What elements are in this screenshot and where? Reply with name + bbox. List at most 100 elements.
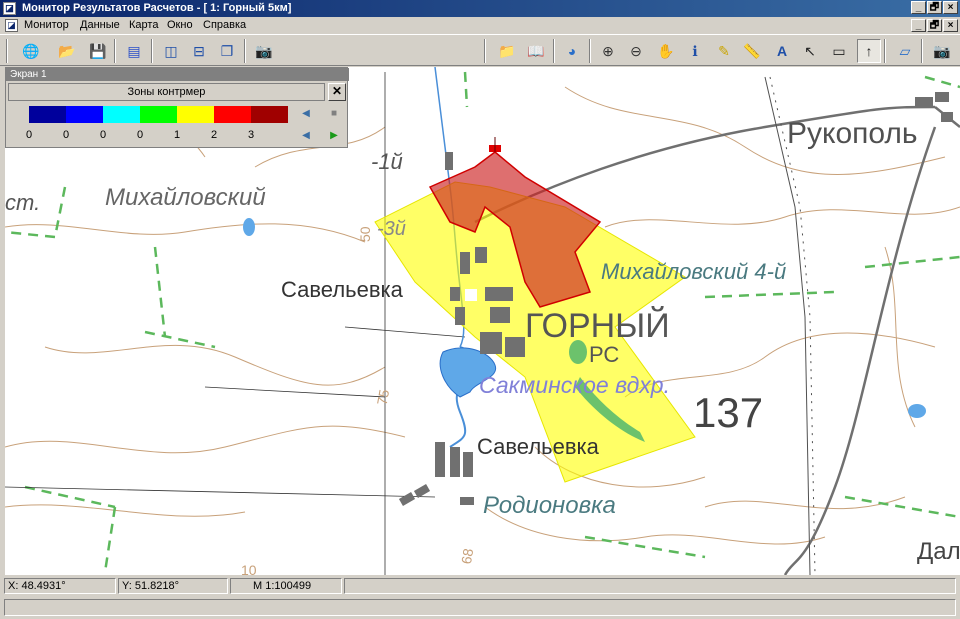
legend-number: 1	[173, 129, 181, 141]
toolbar-separator	[589, 39, 591, 63]
stop-icon[interactable]: ■	[327, 107, 341, 121]
cascade-windows-icon[interactable]: ❐	[215, 39, 239, 63]
split-horizontal-icon[interactable]: ⊟	[187, 39, 211, 63]
toolbar-separator	[921, 39, 923, 63]
toolbar-separator	[244, 39, 246, 63]
toolbar-separator	[884, 39, 886, 63]
label-rukopol: Рукополь	[787, 117, 918, 150]
menu-window[interactable]: Окно	[167, 19, 193, 31]
toolbar-separator	[553, 39, 555, 63]
label-10: 10	[241, 562, 257, 575]
text-label-icon[interactable]: A	[770, 39, 794, 63]
toolbar-separator	[151, 39, 153, 63]
toolbar: 🌐 📂 💾 ▤ ◫ ⊟ ❐ 📷 📁 📖 ◕ ⊕ ⊖ ✋ ℹ ✎ 📏 A ↖ ▭ …	[0, 34, 960, 66]
label-reservoir: Сакминское вдхр.	[479, 372, 670, 398]
label-savelievka-2: Савельевка	[477, 434, 600, 459]
eraser-icon[interactable]: ▱	[893, 39, 917, 63]
title-bar: ◪ Монитор Результатов Расчетов - [ 1: Го…	[0, 0, 960, 17]
swatch-0	[29, 106, 66, 123]
label-rodionovka: Родионовка	[483, 492, 616, 519]
child-maximize-button[interactable]: 🗗	[927, 19, 942, 32]
status-empty	[344, 578, 956, 594]
railway	[764, 76, 816, 575]
maximize-button[interactable]: 🗗	[927, 1, 942, 14]
window-title: Монитор Результатов Расчетов - [ 1: Горн…	[22, 2, 292, 14]
north-arrow-icon[interactable]: ↑	[857, 39, 881, 63]
status-bar: X: 48.4931° Y: 51.8218° М 1:100499	[0, 576, 960, 596]
menu-bar: ◪ Монитор Данные Карта Окно Справка _ 🗗 ×	[0, 17, 960, 34]
window-controls: _ 🗗 ×	[910, 1, 958, 14]
close-button[interactable]: ×	[943, 1, 958, 14]
toolbar-separator	[484, 39, 486, 63]
zoom-in-icon[interactable]: ⊕	[596, 39, 620, 63]
save-icon[interactable]: 💾	[86, 39, 110, 63]
label-mikhailovsky-4: Михайловский 4-й	[601, 259, 786, 284]
globe-small-icon[interactable]: ◕	[560, 39, 584, 63]
swatch-6	[251, 106, 288, 123]
legend-number: 0	[136, 129, 144, 141]
swatch-2	[103, 106, 140, 123]
status-x-coord: X: 48.4931°	[4, 578, 116, 594]
play-icon[interactable]: ▶	[327, 129, 341, 143]
swatch-1	[66, 106, 103, 123]
label-one-y: -1й	[371, 149, 403, 174]
select-rect-icon[interactable]: ▭	[827, 39, 851, 63]
info-icon[interactable]: ℹ	[683, 39, 707, 63]
bottom-bar	[0, 597, 960, 619]
bottom-field	[4, 599, 956, 616]
globe-icon[interactable]: 🌐	[19, 39, 43, 63]
status-y-coord: Y: 51.8218°	[118, 578, 228, 594]
menu-monitor[interactable]: Монитор	[24, 19, 69, 31]
minimize-button[interactable]: _	[911, 1, 926, 14]
legend-swatches	[29, 106, 288, 123]
menu-data[interactable]: Данные	[80, 19, 120, 31]
label-height-137: 137	[693, 389, 763, 436]
label-rs: РС	[589, 342, 619, 367]
child-close-button[interactable]: ×	[943, 19, 958, 32]
measure-pencil-icon[interactable]: ✎	[712, 39, 736, 63]
legend-close-button[interactable]: ✕	[328, 83, 346, 101]
label-three-y: -3й	[377, 218, 406, 240]
app-icon[interactable]: ◪	[3, 2, 16, 15]
open-folder-icon[interactable]: 📂	[55, 39, 79, 63]
menu-map[interactable]: Карта	[129, 19, 158, 31]
label-dal: Дал	[917, 538, 960, 565]
legend-number: 0	[62, 129, 70, 141]
split-vertical-icon[interactable]: ◫	[159, 39, 183, 63]
layers-icon[interactable]: ▤	[122, 39, 146, 63]
toolbar-separator	[6, 39, 8, 63]
label-68: 68	[458, 547, 476, 565]
prev-top-icon[interactable]: ◀	[299, 107, 313, 121]
toolbar-separator	[114, 39, 116, 63]
legend-panel: Экран 1 Зоны контрмер ✕ 0 0 0 0 1 2 3 ◀ …	[5, 67, 349, 148]
source-flag-icon	[489, 137, 501, 152]
legend-number: 3	[247, 129, 255, 141]
label-st: ст.	[5, 190, 40, 215]
status-scale: М 1:100499	[230, 578, 342, 594]
ruler-icon[interactable]: 📏	[740, 39, 764, 63]
open-map-icon[interactable]: 📁	[495, 39, 519, 63]
legend-number: 2	[210, 129, 218, 141]
legend-number: 0	[99, 129, 107, 141]
camera-right-icon[interactable]: 📷	[930, 39, 954, 63]
child-minimize-button[interactable]: _	[911, 19, 926, 32]
label-75: 75	[374, 388, 392, 406]
pointer-icon[interactable]: ↖	[798, 39, 822, 63]
label-mikhailovsky: Михайловский	[105, 184, 266, 211]
zoom-out-icon[interactable]: ⊖	[624, 39, 648, 63]
label-savelievka-1: Савельевка	[281, 277, 404, 302]
label-gorny: ГОРНЫЙ	[525, 307, 670, 345]
book-icon[interactable]: 📖	[524, 39, 548, 63]
swatch-4	[177, 106, 214, 123]
legend-title: Зоны контрмер	[8, 83, 325, 101]
swatch-5	[214, 106, 251, 123]
prev-bottom-icon[interactable]: ◀	[299, 129, 313, 143]
swatch-3	[140, 106, 177, 123]
document-icon[interactable]: ◪	[5, 19, 18, 32]
panel-header[interactable]: Экран 1	[6, 68, 349, 81]
pan-hand-icon[interactable]: ✋	[654, 39, 678, 63]
menu-help[interactable]: Справка	[203, 19, 246, 31]
legend-number: 0	[25, 129, 33, 141]
child-window-controls: _ 🗗 ×	[910, 19, 958, 32]
camera-icon[interactable]: 📷	[252, 39, 276, 63]
